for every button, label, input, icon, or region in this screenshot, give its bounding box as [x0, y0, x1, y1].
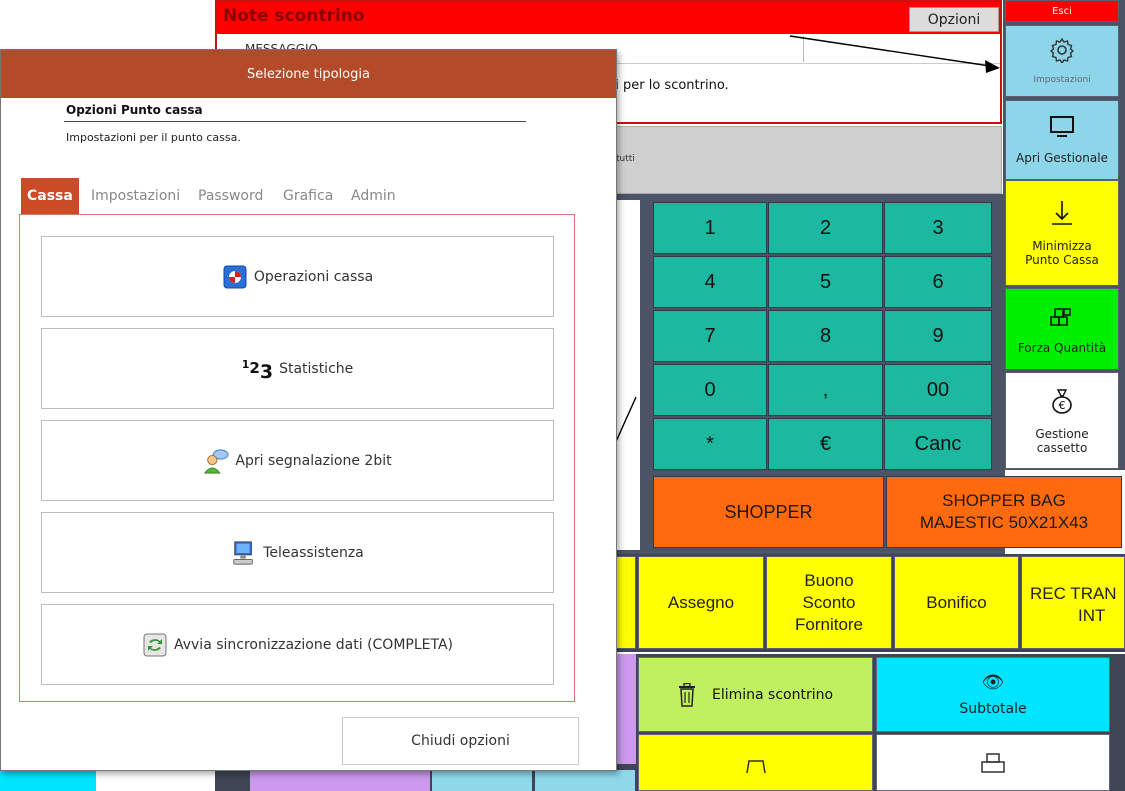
tab-admin[interactable]: Admin	[351, 178, 396, 214]
printer-icon	[981, 752, 1005, 773]
computer-icon	[231, 540, 257, 566]
avvia-sincronizzazione-button[interactable]: Avvia sincronizzazione dati (COMPLETA)	[41, 604, 554, 685]
bonifico-button[interactable]: Bonifico	[894, 556, 1019, 649]
key-euro[interactable]: €	[768, 418, 883, 470]
key-5[interactable]: 5	[768, 256, 883, 308]
avvia-sincronizzazione-label: Avvia sincronizzazione dati (COMPLETA)	[173, 636, 453, 653]
key-3[interactable]: 3	[884, 202, 992, 254]
arrow-down-icon	[1049, 199, 1075, 233]
tab-grafica[interactable]: Grafica	[283, 178, 333, 214]
key-2[interactable]: 2	[768, 202, 883, 254]
apri-gestionale-button[interactable]: Apri Gestionale	[1005, 100, 1119, 180]
options-dialog: Selezione tipologia Opzioni Punto cassa …	[0, 49, 617, 771]
shopper-bag-label-2: MAJESTIC 50X21X43	[919, 513, 1089, 532]
yellow-bottom-button[interactable]	[638, 734, 873, 791]
teleassistenza-button[interactable]: Teleassistenza	[41, 512, 554, 593]
tab-panel: Operazioni cassa 123 Statistiche Apri se…	[19, 214, 575, 702]
column-divider	[803, 36, 804, 62]
key-multiply[interactable]: *	[653, 418, 767, 470]
dialog-titlebar: Selezione tipologia	[1, 50, 616, 98]
key-comma[interactable]: ,	[768, 364, 883, 416]
money-bag-icon: €	[1049, 387, 1075, 421]
impostazioni-button[interactable]: Impostazioni	[1005, 25, 1119, 97]
heading-underline	[64, 121, 526, 122]
dialog-subheading: Impostazioni per il punto cassa.	[66, 131, 241, 144]
key-7[interactable]: 7	[653, 310, 767, 362]
buono-sconto-button[interactable]: Buono Sconto Fornitore	[766, 556, 892, 649]
operazioni-cassa-label: Operazioni cassa	[253, 268, 374, 285]
forza-quantita-label: Forza Quantità	[1017, 341, 1107, 355]
cyan-bottom-strip[interactable]	[0, 770, 96, 791]
monitor-icon	[1049, 115, 1075, 145]
teleassistenza-label: Teleassistenza	[263, 544, 364, 561]
cyan-bottom-button-2[interactable]	[535, 770, 635, 791]
user-chat-icon	[203, 448, 229, 474]
svg-text:€: €	[1059, 399, 1066, 412]
rec-label-1: REC TRAN	[1030, 584, 1117, 603]
note-options-button[interactable]: Opzioni	[909, 7, 999, 32]
key-4[interactable]: 4	[653, 256, 767, 308]
key-1[interactable]: 1	[653, 202, 767, 254]
rec-label-2: INT	[1078, 606, 1106, 625]
chiudi-opzioni-button[interactable]: Chiudi opzioni	[342, 717, 579, 765]
minimizza-label-1: Minimizza	[1032, 239, 1092, 253]
trash-icon	[678, 682, 696, 707]
gestione-cassetto-button[interactable]: € Gestione cassetto	[1005, 372, 1119, 469]
key-0[interactable]: 0	[653, 364, 767, 416]
numbers-123-icon: 123	[241, 357, 274, 383]
eye-icon: 👁	[981, 672, 1005, 693]
tab-cassa[interactable]: Cassa	[21, 178, 79, 214]
note-header: Note scontrino Opzioni	[217, 2, 1000, 34]
dialog-heading: Opzioni Punto cassa	[66, 103, 203, 117]
rec-tran-button[interactable]: REC TRAN INT	[1021, 556, 1125, 649]
cyan-bottom-button-1[interactable]	[432, 770, 532, 791]
buono-label-3: Fornitore	[794, 614, 864, 634]
key-canc[interactable]: Canc	[884, 418, 992, 470]
tab-bar: Cassa Impostazioni Password Grafica Admi…	[21, 178, 583, 214]
purple-bottom-strip[interactable]	[250, 770, 430, 791]
statistiche-button[interactable]: 123 Statistiche	[41, 328, 554, 409]
shopper-button[interactable]: SHOPPER	[653, 476, 884, 548]
assegno-button[interactable]: Assegno	[638, 556, 764, 649]
apri-segnalazione-button[interactable]: Apri segnalazione 2bit	[41, 420, 554, 501]
shopper-bag-button[interactable]: SHOPPER BAG MAJESTIC 50X21X43	[886, 476, 1122, 548]
note-title: Note scontrino	[223, 6, 365, 26]
tab-password[interactable]: Password	[198, 178, 263, 214]
operazioni-cassa-button[interactable]: Operazioni cassa	[41, 236, 554, 317]
key-8[interactable]: 8	[768, 310, 883, 362]
print-button[interactable]	[876, 734, 1110, 791]
buono-label-1: Buono	[804, 570, 854, 590]
minimizza-label-2: Punto Cassa	[1025, 253, 1099, 267]
cash-register-icon	[222, 264, 248, 290]
key-double-zero[interactable]: 00	[884, 364, 992, 416]
esci-button[interactable]: Esci	[1005, 0, 1119, 22]
gestione-label-2: cassetto	[1036, 440, 1088, 455]
sync-icon	[142, 632, 168, 658]
forza-quantita-button[interactable]: Forza Quantità	[1005, 288, 1119, 370]
impostazioni-label: Impostazioni	[1033, 75, 1091, 85]
shopper-bag-label-1: SHOPPER BAG	[942, 491, 1066, 510]
buono-label-2: Sconto	[802, 592, 856, 612]
key-6[interactable]: 6	[884, 256, 992, 308]
key-9[interactable]: 9	[884, 310, 992, 362]
subtotale-label: Subtotale	[959, 701, 1027, 717]
elimina-label: Elimina scontrino	[711, 686, 834, 703]
gestione-label-1: Gestione	[1035, 426, 1089, 441]
minimizza-button[interactable]: Minimizza Punto Cassa	[1005, 180, 1119, 286]
apri-gestionale-label: Apri Gestionale	[1016, 151, 1108, 165]
cubes-icon	[1048, 303, 1076, 335]
subtotale-button[interactable]: 👁 Subtotale	[876, 657, 1110, 732]
tab-impostazioni[interactable]: Impostazioni	[91, 178, 180, 214]
tray-icon	[745, 759, 766, 773]
elimina-scontrino-button[interactable]: Elimina scontrino	[638, 657, 873, 732]
gear-icon	[1049, 37, 1075, 69]
note-message: gi per lo scontrino.	[607, 78, 729, 93]
statistiche-label: Statistiche	[279, 360, 354, 377]
apri-segnalazione-label: Apri segnalazione 2bit	[235, 452, 392, 469]
info-bar-text: tutti	[616, 154, 635, 164]
